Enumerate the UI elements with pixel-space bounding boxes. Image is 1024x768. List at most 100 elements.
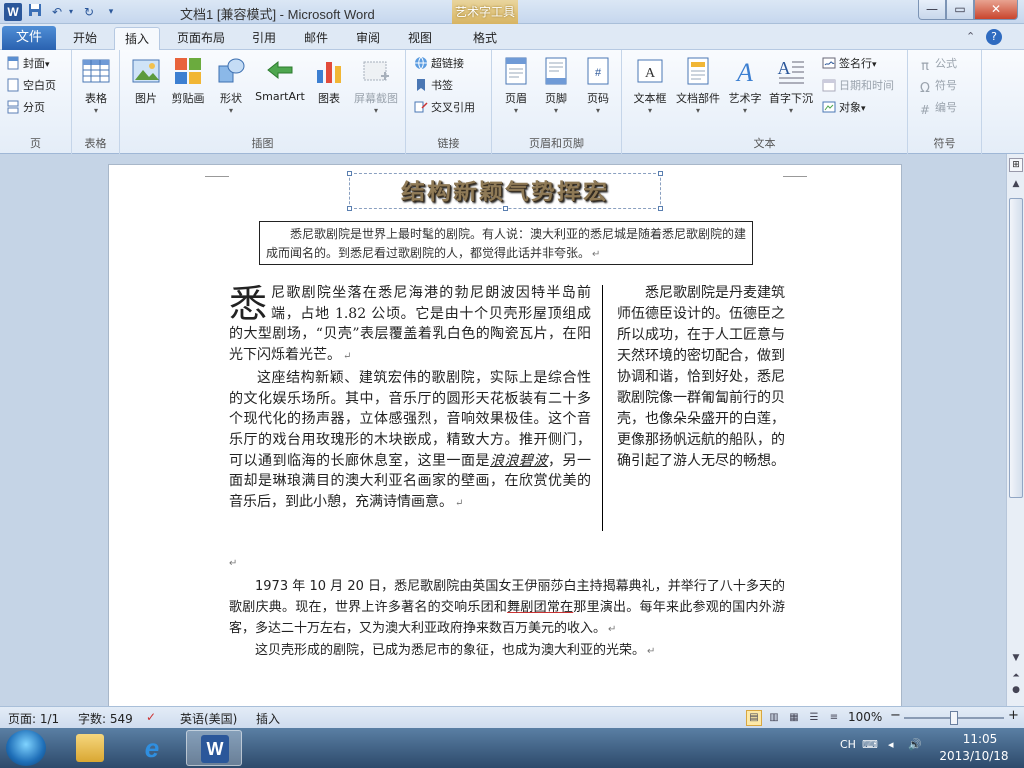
vertical-scrollbar[interactable]: ⊞ ▲ ▼ ⏶ ● <box>1006 154 1024 706</box>
browse-object-icon[interactable]: ● <box>1008 682 1024 698</box>
tab-insert[interactable]: 插入 <box>114 27 160 50</box>
table-button[interactable]: 表格 ▾ <box>76 54 116 116</box>
full-screen-reading-icon[interactable]: ▥ <box>766 710 782 726</box>
draft-view-icon[interactable]: ≡ <box>826 710 842 726</box>
screenshot-icon <box>363 61 389 81</box>
customize-qat-icon[interactable]: ▾ <box>102 3 120 21</box>
hyperlink-button[interactable]: 超链接 <box>414 54 464 74</box>
document-page[interactable]: 结构新颖气势挥宏 悉尼歌剧院是世界上最时髦的剧院。有人说：澳大利亚的悉尼城是随着… <box>108 164 902 706</box>
page-break-icon <box>7 100 19 114</box>
page-break-button[interactable]: 分页 <box>6 98 45 118</box>
text-box-button[interactable]: A 文本框 ▾ <box>628 54 672 116</box>
zoom-in-icon[interactable]: + <box>1008 708 1019 723</box>
drop-cap-button[interactable]: A 首字下沉 ▾ <box>766 54 816 116</box>
scroll-down-icon[interactable]: ▼ <box>1008 650 1024 666</box>
shapes-icon <box>218 58 245 83</box>
lower-section[interactable]: ↵ 1973 年 10 月 20 日，悉尼歌剧院由英国女王伊丽莎白主持揭幕典礼，… <box>229 553 785 662</box>
minimize-ribbon-icon[interactable]: ⌃ <box>966 30 975 43</box>
outline-view-icon[interactable]: ☰ <box>806 710 822 726</box>
zoom-level[interactable]: 100% <box>848 710 882 724</box>
undo-dropdown-icon[interactable]: ▾ <box>66 3 76 21</box>
zoom-slider-thumb[interactable] <box>950 711 958 725</box>
tab-home[interactable]: 开始 <box>62 27 108 50</box>
group-links: 超链接 书签 交叉引用 链接 <box>406 50 492 154</box>
quick-parts-button[interactable]: 文档部件 ▾ <box>672 54 724 116</box>
resize-handle[interactable] <box>658 171 663 176</box>
volume-icon[interactable]: 🔊 <box>908 738 922 751</box>
taskbar-internet-explorer[interactable]: e <box>124 730 180 766</box>
group-label-text: 文本 <box>753 137 776 150</box>
group-illustrations: 图片 剪贴画 形状 ▾ SmartArt 图表 屏幕截图 ▾ 插图 <box>120 50 406 154</box>
right-column[interactable]: 悉尼歌剧院是丹麦建筑师伍德臣设计的。伍德臣之所以成功，在于人工匠意与天然环境的密… <box>617 283 785 472</box>
page-number-button[interactable]: # 页码 ▾ <box>578 54 618 116</box>
signature-line-button[interactable]: 签名行▾ <box>822 54 877 74</box>
language-indicator[interactable]: 英语(美国) <box>180 710 237 727</box>
tray-arrow-icon[interactable]: ◂ <box>888 738 894 751</box>
left-paragraph-2: 这座结构新颖、建筑宏伟的歌剧院，实际上是综合性的文化娱乐场所。其中，音乐厅的圆形… <box>229 368 591 515</box>
picture-button[interactable]: 图片 <box>126 54 166 106</box>
header-button[interactable]: 页眉 ▾ <box>496 54 536 116</box>
save-icon[interactable] <box>26 3 44 21</box>
undo-icon[interactable]: ↶ <box>48 3 66 21</box>
resize-handle[interactable] <box>347 171 352 176</box>
clock-date[interactable]: 2013/10/18 <box>936 749 1012 763</box>
tab-view[interactable]: 视图 <box>398 27 442 50</box>
word-count[interactable]: 字数: 549 <box>78 710 133 727</box>
object-button[interactable]: 对象▾ <box>822 98 866 118</box>
wordart-text[interactable]: 结构新颖气势挥宏 <box>350 176 660 208</box>
document-area[interactable]: 结构新颖气势挥宏 悉尼歌剧院是世界上最时髦的剧院。有人说：澳大利亚的悉尼城是随着… <box>0 154 1006 706</box>
tab-review[interactable]: 审阅 <box>346 27 390 50</box>
resize-handle[interactable] <box>347 206 352 211</box>
chart-button[interactable]: 图表 <box>310 54 348 106</box>
picture-label: 图片 <box>135 92 157 105</box>
blank-page-button[interactable]: 空白页 <box>6 76 56 96</box>
zoom-out-icon[interactable]: − <box>890 708 901 723</box>
drop-cap[interactable]: 悉 <box>229 283 267 323</box>
cover-page-button[interactable]: 封面▾ <box>6 54 50 74</box>
taskbar-explorer[interactable] <box>62 730 118 766</box>
page-count[interactable]: 页面: 1/1 <box>8 710 59 727</box>
keyboard-icon[interactable]: ⌨ <box>862 738 878 751</box>
minimize-button[interactable]: — <box>918 0 946 20</box>
insert-mode-indicator[interactable]: 插入 <box>256 710 280 727</box>
scroll-up-icon[interactable]: ▲ <box>1008 176 1024 192</box>
signature-line-label: 签名行 <box>839 57 872 70</box>
close-button[interactable]: ✕ <box>974 0 1018 20</box>
chevron-down-icon: ▾ <box>228 106 233 115</box>
wordart-button[interactable]: A 艺术字 ▾ <box>724 54 766 116</box>
tab-references[interactable]: 引用 <box>242 27 286 50</box>
left-column[interactable]: 悉尼歌剧院坐落在悉尼海港的勃尼朗波因特半岛前端，占地 1.82 公顷。它是由十个… <box>229 283 591 515</box>
start-button[interactable] <box>6 730 46 766</box>
ruler-toggle-icon[interactable]: ⊞ <box>1009 158 1023 172</box>
shapes-button[interactable]: 形状 ▾ <box>212 54 250 116</box>
tab-file[interactable]: 文件 <box>2 26 56 50</box>
web-layout-icon[interactable]: ▦ <box>786 710 802 726</box>
resize-handle[interactable] <box>503 206 508 211</box>
ime-indicator[interactable]: CH <box>840 738 856 751</box>
tab-mailings[interactable]: 邮件 <box>294 27 338 50</box>
scrollbar-thumb[interactable] <box>1009 198 1023 498</box>
help-icon[interactable]: ? <box>986 29 1002 45</box>
tab-page-layout[interactable]: 页面布局 <box>168 27 234 50</box>
footer-button[interactable]: 页脚 ▾ <box>536 54 576 116</box>
wordart-object[interactable]: 结构新颖气势挥宏 <box>347 171 663 211</box>
intro-text-box[interactable]: 悉尼歌剧院是世界上最时髦的剧院。有人说：澳大利亚的悉尼城是随着悉尼歌剧院的建成而… <box>259 221 753 265</box>
proofing-icon[interactable]: ✓ <box>146 710 156 724</box>
resize-handle[interactable] <box>658 206 663 211</box>
print-layout-view-icon[interactable]: ▤ <box>746 710 762 726</box>
clip-art-button[interactable]: 剪贴画 <box>166 54 210 106</box>
word-app-icon[interactable]: W <box>4 3 22 21</box>
page-break-label: 分页 <box>23 101 45 114</box>
smartart-button[interactable]: SmartArt <box>252 54 308 103</box>
tab-format[interactable]: 格式 <box>462 27 508 50</box>
redo-icon[interactable]: ↻ <box>80 3 98 21</box>
group-text: A 文本框 ▾ 文档部件 ▾ A 艺术字 ▾ A 首字下沉 ▾ 签名行▾ 日期和… <box>622 50 908 154</box>
maximize-button[interactable]: ▭ <box>946 0 974 20</box>
blank-page-icon <box>7 78 19 92</box>
table-icon <box>82 59 110 83</box>
clock-time[interactable]: 11:05 <box>950 732 1010 746</box>
bookmark-button[interactable]: 书签 <box>414 76 453 96</box>
taskbar-word[interactable]: W <box>186 730 242 766</box>
cross-reference-button[interactable]: 交叉引用 <box>414 98 475 118</box>
lower-paragraph-1: 1973 年 10 月 20 日，悉尼歌剧院由英国女王伊丽莎白主持揭幕典礼，并举… <box>229 576 785 640</box>
